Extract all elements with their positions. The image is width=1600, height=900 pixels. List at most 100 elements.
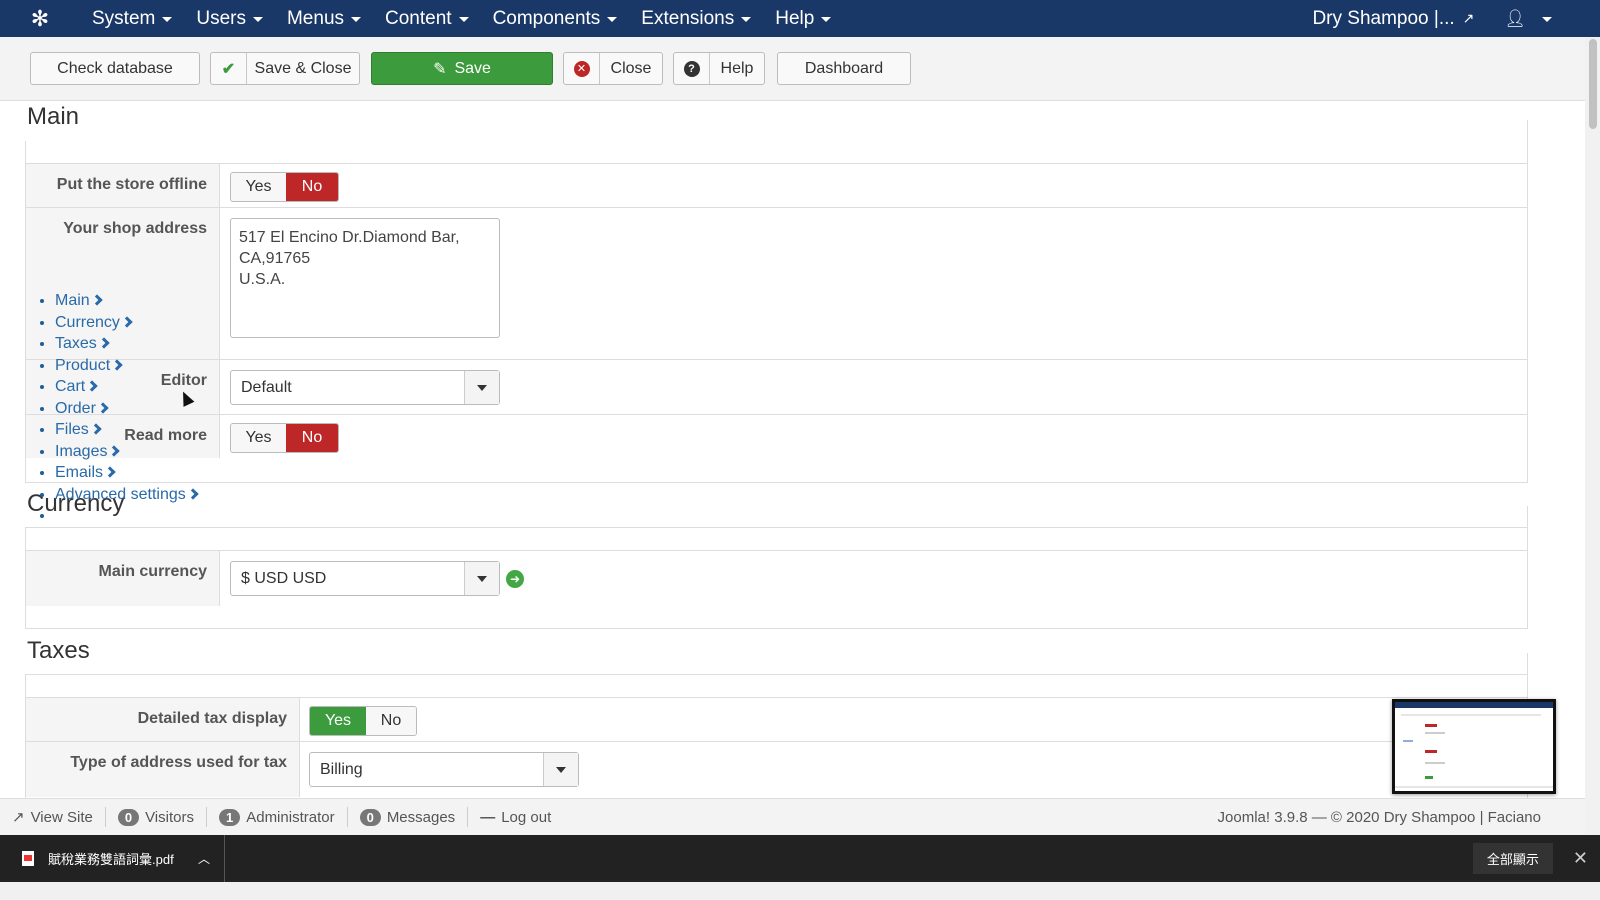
site-link[interactable]: Dry Shampoo |... ↗ (1312, 8, 1504, 30)
address-type-select[interactable]: Billing (309, 752, 579, 787)
download-item[interactable]: 賦稅業務雙語詞彙.pdf ︿ (0, 835, 225, 882)
close-icon[interactable]: ✕ (1573, 848, 1588, 869)
menu-label: Content (385, 7, 452, 29)
vertical-scrollbar[interactable] (1585, 37, 1600, 835)
sidenav-item-main[interactable]: Main (55, 292, 197, 314)
sidenav-link[interactable]: Cart (55, 378, 85, 395)
thumbnail-line (1425, 732, 1445, 734)
user-menu[interactable]: 👤︎ (1504, 9, 1600, 29)
row-detailed-tax: Detailed tax display Yes No (26, 697, 1528, 741)
sidenav-link[interactable]: Emails (55, 464, 103, 481)
sidenav-link[interactable]: Main (55, 292, 90, 309)
minus-icon: — (480, 808, 496, 826)
shop-address-textarea[interactable]: 517 El Encino Dr.Diamond Bar, CA,91765 U… (230, 218, 500, 338)
section-divider (25, 506, 1528, 528)
menu-extensions[interactable]: Extensions (629, 0, 763, 37)
sidenav-item-currency[interactable]: Currency (55, 314, 197, 336)
menu-label: System (92, 7, 156, 29)
sidenav-item-taxes[interactable]: Taxes (55, 335, 197, 357)
sidenav-item-files[interactable]: Files (55, 421, 197, 443)
dashboard-button[interactable]: Dashboard (777, 52, 911, 85)
menu-label: Users (196, 7, 246, 29)
show-all-button[interactable]: 全部顯示 (1472, 843, 1553, 874)
help-button[interactable]: ? Help (673, 52, 765, 85)
logout-link[interactable]: — Log out (468, 807, 563, 827)
store-offline-no[interactable]: No (286, 173, 338, 201)
sidenav-item-product[interactable]: Product (55, 357, 197, 379)
read-more-no[interactable]: No (286, 424, 338, 452)
main-menu: System Users Menus Content Components Ex… (80, 0, 843, 37)
save-button[interactable]: ✎ Save (371, 52, 553, 85)
chevron-right-icon (111, 358, 123, 371)
thumbnail-navbar (1395, 702, 1553, 708)
thumbnail-line (1395, 786, 1553, 788)
thumbnail-line (1425, 776, 1433, 779)
sidenav-item-advanced[interactable]: Advanced settings (55, 486, 199, 508)
joomla-logo-icon[interactable]: ✻ (0, 6, 80, 32)
pdf-file-icon (22, 851, 34, 866)
sidenav-link[interactable]: Files (55, 421, 89, 438)
menu-menus[interactable]: Menus (275, 0, 373, 37)
thumbnail-line (1403, 740, 1413, 742)
logout-label: Log out (501, 808, 552, 826)
scrollbar-thumb[interactable] (1589, 39, 1597, 129)
menu-label: Menus (286, 7, 345, 29)
close-circle-icon: ✕ (564, 53, 600, 84)
sidenav-item-cart[interactable]: Cart (55, 378, 197, 400)
caret-down-icon (351, 17, 362, 22)
menu-components[interactable]: Components (481, 0, 630, 37)
editor-select[interactable]: Default (230, 370, 500, 405)
main-currency-wrap: $ USD USD ➜ (230, 561, 524, 596)
menu-content[interactable]: Content (373, 0, 481, 37)
chevron-right-icon (104, 466, 116, 478)
top-navbar: ✻ System Users Menus Content Components … (0, 0, 1600, 37)
caret-down-icon (464, 371, 499, 404)
editor-select-value: Default (241, 378, 292, 396)
nav-right: Dry Shampoo |... ↗ 👤︎ (1312, 0, 1600, 37)
sidenav-link[interactable]: Images (55, 443, 107, 460)
messages-status[interactable]: 0 Messages (348, 807, 469, 827)
address-type-value: Billing (320, 760, 363, 778)
detailed-tax-no[interactable]: No (366, 707, 416, 735)
save-close-button[interactable]: ✔ Save & Close (210, 52, 360, 85)
sidenav-item-images[interactable]: Images (55, 443, 197, 465)
store-offline-yes[interactable]: Yes (231, 173, 286, 201)
sidenav-link[interactable]: Taxes (55, 335, 97, 352)
store-offline-toggle: Yes No (230, 172, 339, 202)
menu-system[interactable]: System (80, 0, 184, 37)
row-read-more: Read more Yes No (26, 414, 1528, 458)
check-database-button[interactable]: Check database (30, 52, 200, 85)
messages-badge: 0 (359, 808, 381, 826)
sidenav-link[interactable]: Product (55, 357, 110, 374)
view-site-link[interactable]: ↗ View Site (0, 807, 106, 827)
chevron-up-icon[interactable]: ︿ (198, 850, 210, 867)
detailed-tax-label: Detailed tax display (26, 698, 300, 741)
shop-address-wrap: 517 El Encino Dr.Diamond Bar, CA,91765 U… (230, 218, 500, 338)
menu-label: Components (492, 7, 601, 29)
menu-users[interactable]: Users (184, 0, 275, 37)
chevron-right-icon (86, 380, 98, 392)
close-button[interactable]: ✕ Close (563, 52, 663, 85)
visitors-status[interactable]: 0 Visitors (106, 807, 207, 827)
sidenav-item-emails[interactable]: Emails (55, 464, 197, 486)
thumbnail-line (1425, 750, 1437, 753)
read-more-yes[interactable]: Yes (231, 424, 286, 452)
menu-help[interactable]: Help (763, 0, 843, 37)
detailed-tax-yes[interactable]: Yes (310, 707, 366, 735)
main-currency-select[interactable]: $ USD USD (230, 561, 500, 596)
sidenav-item-order[interactable]: Order (55, 400, 197, 422)
row-editor: Editor Default (26, 359, 1528, 414)
caret-down-icon (607, 17, 618, 22)
sidenav-link[interactable]: Currency (55, 314, 120, 331)
thumbnail-line (1425, 762, 1445, 764)
address-type-label: Type of address used for tax (26, 742, 300, 797)
question-icon: ? (674, 53, 710, 84)
main-currency-value: $ USD USD (241, 569, 327, 587)
sidenav-link[interactable]: Advanced settings (55, 486, 186, 503)
sidenav-link[interactable]: Order (55, 400, 96, 417)
caret-down-icon (252, 17, 263, 22)
screenshot-thumbnail[interactable] (1392, 699, 1556, 794)
visitors-badge: 0 (117, 808, 140, 826)
refresh-icon[interactable]: ➜ (506, 569, 524, 588)
administrator-status[interactable]: 1 Administrator (207, 807, 348, 827)
